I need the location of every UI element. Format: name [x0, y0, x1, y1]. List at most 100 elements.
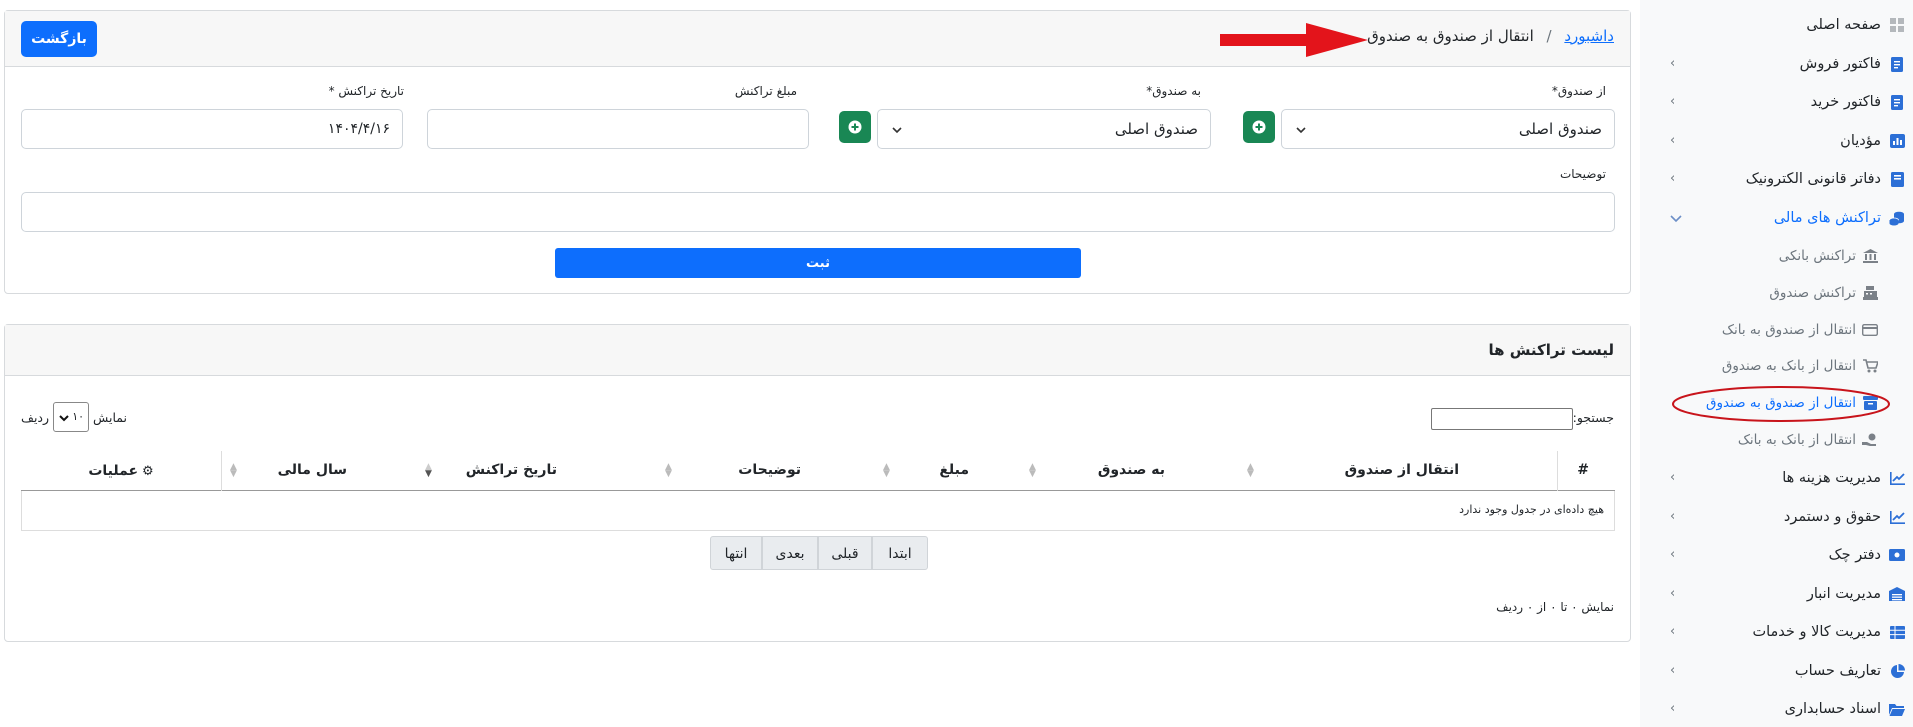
- search-input[interactable]: [1431, 408, 1573, 430]
- sidebar-subitem-fund-transaction[interactable]: تراکنش صندوق: [1769, 279, 1878, 307]
- amount-label: مبلغ تراکنش: [734, 84, 797, 98]
- sidebar-item-financial-transactions[interactable]: تراکنش های مالی: [1774, 203, 1905, 233]
- chevron-left-icon[interactable]: ‹: [1670, 172, 1680, 185]
- sidebar-subitem-label: انتقال از صندوق به بانک: [1721, 322, 1856, 338]
- column-header-operations: ⚙ عملیات: [88, 463, 154, 479]
- sidebar-item-label: دفاتر قانونی الکترونیک: [1745, 171, 1881, 187]
- book-icon: [1889, 171, 1905, 187]
- column-header-to-fund[interactable]: به صندوق ▲ ▼: [1021, 451, 1239, 491]
- sidebar-item-label: فاکتور خرید: [1810, 94, 1881, 110]
- chevron-left-icon[interactable]: ‹: [1670, 625, 1680, 638]
- add-to-fund-button[interactable]: [839, 111, 871, 143]
- breadcrumb-separator: /: [1546, 27, 1552, 45]
- sidebar-subitem-bank-transaction[interactable]: تراکنش بانکی: [1779, 242, 1878, 270]
- description-label: توضیحات: [1559, 167, 1606, 181]
- chevron-left-icon[interactable]: ‹: [1670, 702, 1680, 715]
- sidebar-item-expense-management[interactable]: مدیریت هزینه ها: [1782, 463, 1905, 493]
- column-header-index[interactable]: #: [1557, 451, 1615, 491]
- chevron-down-icon[interactable]: [1670, 214, 1682, 224]
- sidebar-subitem-label: تراکنش بانکی: [1778, 248, 1856, 264]
- sidebar-item-label: تعاریف حساب: [1794, 663, 1881, 679]
- sidebar-item-label: تراکنش های مالی: [1773, 210, 1881, 226]
- plus-circle-icon: [1252, 120, 1266, 134]
- back-button[interactable]: بازگشت: [21, 21, 97, 57]
- chevron-left-icon[interactable]: ‹: [1670, 548, 1680, 561]
- breadcrumb: داشبورد / انتقال از صندوق به صندوق: [1367, 27, 1614, 45]
- chevron-left-icon[interactable]: ‹: [1670, 510, 1680, 523]
- sidebar-item-label: مدیریت هزینه ها: [1782, 470, 1881, 486]
- bank-icon: [1862, 248, 1878, 264]
- to-fund-select[interactable]: صندوق اصلی: [877, 109, 1211, 149]
- invoice-icon: [1889, 56, 1905, 72]
- sidebar-item-products[interactable]: مدیریت کالا و خدمات: [1752, 617, 1905, 647]
- chevron-down-icon: [59, 415, 69, 422]
- table-empty-row: هیچ داده‌ای در جدول وجود ندارد: [21, 491, 1615, 531]
- sidebar-item-account-definitions[interactable]: تعاریف حساب: [1795, 656, 1905, 686]
- pagination: انتها بعدی قبلی ابتدا: [710, 536, 928, 570]
- hand-coins-icon: [1862, 432, 1878, 448]
- pager-last-button[interactable]: انتها: [710, 536, 762, 570]
- folder-icon: [1889, 701, 1905, 717]
- sidebar-subitem-label: انتقال از بانک به صندوق: [1721, 358, 1856, 374]
- column-header-description[interactable]: توضیحات ▲ ▼: [657, 451, 875, 491]
- chevron-left-icon[interactable]: ‹: [1670, 471, 1680, 484]
- column-header-from-fund[interactable]: انتقال از صندوق ▲ ▼: [1239, 451, 1557, 491]
- sort-icon: ▲ ▼: [1247, 462, 1254, 479]
- to-fund-value: صندوق اصلی: [1114, 120, 1198, 138]
- sidebar-item-taxpayers[interactable]: مؤدیان: [1840, 126, 1905, 156]
- sidebar-subitem-bank-to-bank[interactable]: انتقال از بانک به بانک: [1738, 426, 1878, 454]
- table-info: نمایش ۰ تا ۰ از ۰ ردیف: [1496, 600, 1614, 614]
- sidebar-subitem-fund-to-bank[interactable]: انتقال از صندوق به بانک: [1722, 316, 1878, 344]
- chevron-left-icon[interactable]: ‹: [1670, 95, 1680, 108]
- description-input[interactable]: [21, 192, 1615, 232]
- sort-desc-icon: ▲ ▼: [425, 462, 432, 479]
- pager-next-button[interactable]: بعدی: [762, 536, 818, 570]
- form-card-header: بازگشت داشبورد / انتقال از صندوق به صندو…: [5, 11, 1630, 67]
- column-header-amount[interactable]: مبلغ ▲ ▼: [875, 451, 1021, 491]
- sidebar-item-home[interactable]: صفحه اصلی: [1806, 10, 1905, 40]
- sort-icon: ▲ ▼: [1029, 462, 1036, 479]
- sidebar-item-label: صفحه اصلی: [1806, 17, 1881, 33]
- submit-button[interactable]: ثبت: [555, 248, 1081, 278]
- sidebar-item-purchase-invoice[interactable]: فاکتور خرید: [1811, 87, 1905, 117]
- page-size-value: ۱۰: [72, 410, 85, 423]
- invoice-icon: [1889, 94, 1905, 110]
- sidebar-subitem-bank-to-fund[interactable]: انتقال از بانک به صندوق: [1722, 352, 1878, 380]
- cash-register-icon: [1862, 285, 1878, 301]
- column-header-fiscal-year[interactable]: سال مالی ▲ ▼: [221, 451, 417, 491]
- date-input[interactable]: ۱۴۰۴/۴/۱۶: [21, 109, 403, 149]
- pager-first-button[interactable]: ابتدا: [872, 536, 928, 570]
- sidebar-item-label: اسناد حسابداری: [1784, 701, 1881, 717]
- sidebar-item-payroll[interactable]: حقوق و دستمرد: [1784, 502, 1905, 532]
- warehouse-icon: [1889, 586, 1905, 602]
- chart-line-icon: [1889, 470, 1905, 486]
- annotation-arrow: [1220, 23, 1368, 57]
- chevron-down-icon: [892, 127, 902, 134]
- pager-prev-button[interactable]: قبلی: [818, 536, 872, 570]
- date-value: ۱۴۰۴/۴/۱۶: [327, 121, 390, 137]
- sidebar-item-e-ledgers[interactable]: دفاتر قانونی الکترونیک: [1746, 164, 1905, 194]
- cart-icon: [1862, 358, 1878, 374]
- breadcrumb-current: انتقال از صندوق به صندوق: [1367, 27, 1534, 45]
- list-card-header: لیست تراکنش ها: [5, 325, 1630, 376]
- chart-line-icon: [1889, 509, 1905, 525]
- add-from-fund-button[interactable]: [1243, 111, 1275, 143]
- sidebar-item-warehouse[interactable]: مدیریت انبار: [1807, 579, 1905, 609]
- breadcrumb-dashboard-link[interactable]: داشبورد: [1564, 27, 1614, 45]
- amount-input[interactable]: [427, 109, 809, 149]
- sidebar-item-label: حقوق و دستمرد: [1783, 509, 1881, 525]
- sidebar-item-accounting-documents[interactable]: اسناد حسابداری: [1785, 694, 1905, 724]
- column-header-date[interactable]: تاریخ تراکنش ▲ ▼: [417, 451, 657, 491]
- show-label: نمایش: [93, 409, 127, 425]
- chevron-left-icon[interactable]: ‹: [1670, 134, 1680, 147]
- from-fund-label: از صندوق*: [1551, 84, 1606, 98]
- chevron-left-icon[interactable]: ‹: [1670, 664, 1680, 677]
- from-fund-select[interactable]: صندوق اصلی: [1281, 109, 1615, 149]
- chevron-left-icon[interactable]: ‹: [1670, 587, 1680, 600]
- sidebar-item-checkbook[interactable]: دفتر چک: [1829, 540, 1905, 570]
- table-icon: [1889, 624, 1905, 640]
- sidebar-item-sales-invoice[interactable]: فاکتور فروش: [1800, 49, 1905, 79]
- coins-icon: [1889, 210, 1905, 226]
- page-size-select[interactable]: ۱۰: [53, 402, 90, 432]
- chevron-left-icon[interactable]: ‹: [1670, 57, 1680, 70]
